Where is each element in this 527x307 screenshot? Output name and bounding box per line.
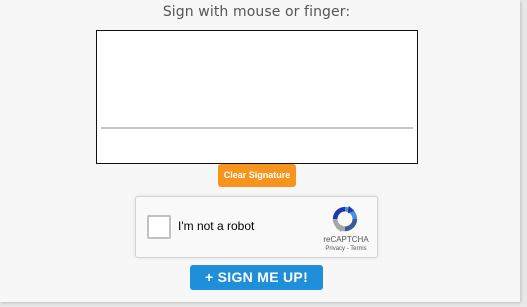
recaptcha-brand: reCAPTCHA (323, 235, 369, 244)
recaptcha-privacy-link[interactable]: Privacy (325, 246, 345, 252)
sign-me-up-button[interactable]: + SIGN ME UP! (190, 265, 323, 290)
recaptcha-widget: I'm not a robot reCAPTCHA Privacy - Term… (135, 196, 378, 258)
recaptcha-label: I'm not a robot (178, 219, 255, 233)
recaptcha-links: Privacy - Terms (308, 246, 384, 252)
clear-signature-button[interactable]: Clear Signature (218, 164, 296, 187)
signup-panel: Sign with mouse or finger: Clear Signatu… (0, 0, 520, 302)
recaptcha-checkbox[interactable] (147, 215, 171, 239)
signature-pad[interactable] (96, 30, 418, 164)
recaptcha-logo-icon (332, 205, 358, 233)
recaptcha-terms-link[interactable]: Terms (350, 246, 366, 252)
signature-instruction: Sign with mouse or finger: (162, 4, 351, 20)
signature-baseline (101, 127, 413, 129)
